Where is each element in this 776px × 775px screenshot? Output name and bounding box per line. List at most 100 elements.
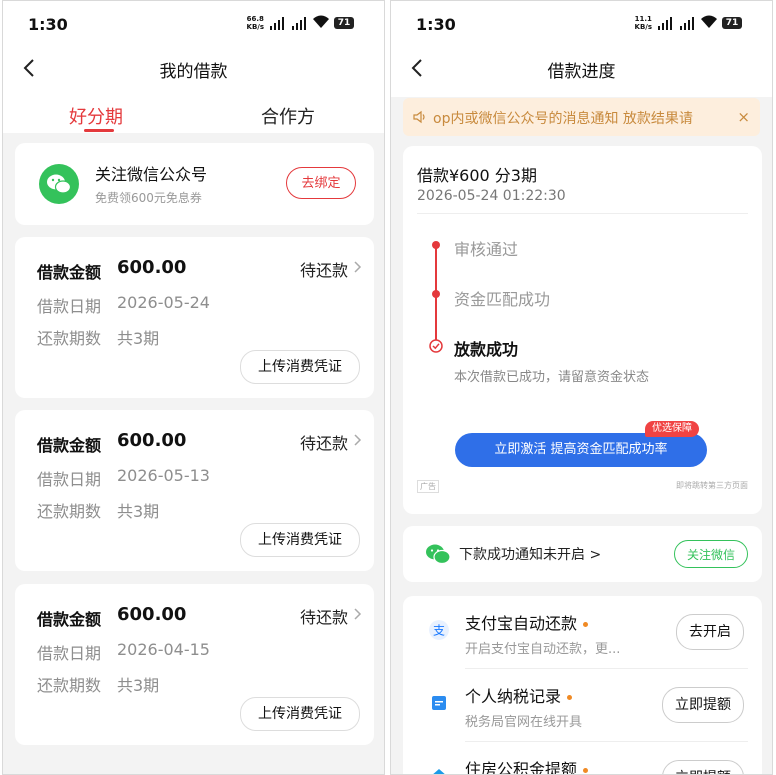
signal-icon (679, 16, 694, 30)
notice-text: op内或微信公众号的消息通知 放款结果请 (433, 111, 693, 127)
svg-text:支: 支 (433, 624, 445, 638)
network-speed: 11.1 KB/s (634, 15, 652, 31)
raise-limit-button[interactable]: 立即提额 (662, 760, 744, 774)
upload-receipt-button[interactable]: 上传消费凭证 (240, 350, 360, 384)
periods-label: 还款期数 (37, 502, 102, 521)
housing-fund-icon (433, 769, 445, 774)
upload-receipt-button[interactable]: 上传消费凭证 (240, 523, 360, 557)
loan-periods: 共3期 (117, 329, 160, 348)
close-icon[interactable]: × (737, 108, 750, 126)
loan-periods: 共3期 (117, 502, 160, 521)
service-subtitle: 税务局官网在线开具 (465, 715, 583, 730)
loan-card[interactable]: 借款金额 600.00 待还款 借款日期 2026-05-13 还款期数 共3期… (15, 410, 374, 571)
periods-label: 还款期数 (37, 676, 102, 695)
loan-card[interactable]: 借款金额 600.00 待还款 借款日期 2026-05-24 还款期数 共3期… (15, 237, 374, 398)
loan-status[interactable]: 待还款 (300, 430, 348, 454)
loan-status[interactable]: 待还款 (300, 257, 348, 281)
wifi-icon (313, 15, 329, 28)
step-funds-matched: 资金匹配成功 (454, 290, 551, 309)
battery-icon: 71 (334, 17, 354, 29)
signal-icon (657, 16, 672, 30)
service-subtitle: 开启支付宝自动还款，更... (465, 642, 621, 657)
wifi-icon (701, 15, 717, 28)
loan-amount: 600.00 (117, 257, 187, 278)
upload-receipt-button[interactable]: 上传消费凭证 (240, 697, 360, 731)
date-label: 借款日期 (37, 470, 102, 489)
new-dot (583, 768, 589, 773)
signal-icon (291, 16, 306, 30)
wechat-follow-card: 关注微信公众号 免费领600元免息券 去绑定 (15, 143, 374, 225)
services-card: 支 支付宝自动还款 开启支付宝自动还款，更... 去开启 个人纳税记录 税务局官… (403, 596, 762, 774)
speaker-icon (413, 110, 425, 124)
page-title: 我的借款 (159, 62, 228, 82)
periods-label: 还款期数 (37, 329, 102, 348)
service-title: 个人纳税记录 (465, 683, 573, 707)
step-review-passed: 审核通过 (454, 240, 519, 259)
tab-underline (84, 129, 114, 132)
follow-wechat-button[interactable]: 关注微信 (674, 540, 748, 568)
amount-label: 借款金额 (37, 610, 102, 629)
raise-limit-button[interactable]: 立即提额 (662, 687, 744, 723)
nav-spacer (391, 89, 772, 97)
loan-progress-screen: 1:30 11.1 KB/s 71 借款进度 op内或微信公众号的消息通知 放款… (390, 0, 773, 775)
loan-card[interactable]: 借款金额 600.00 待还款 借款日期 2026-04-15 还款期数 共3期… (15, 584, 374, 745)
loan-date: 2026-04-15 (117, 640, 210, 659)
progress-card: 借款¥600 分3期 2026-05-24 01:22:30 审核通过 资金匹配… (403, 146, 762, 514)
loan-datetime: 2026-05-24 01:22:30 (417, 188, 566, 204)
loan-date: 2026-05-24 (117, 293, 210, 312)
loan-list-screen: 1:30 66.8 KB/s 71 我的借款 好分期 合作方 关注微信公众号 免… (2, 0, 385, 775)
enable-button[interactable]: 去开启 (676, 614, 744, 650)
wechat-card-title: 关注微信公众号 (95, 165, 208, 184)
wechat-card-subtitle: 免费领600元免息券 (95, 191, 202, 205)
new-dot (567, 695, 573, 700)
loan-summary: 借款¥600 分3期 (417, 166, 537, 185)
signal-icon (269, 16, 284, 30)
page-title: 借款进度 (547, 62, 616, 82)
chevron-right-icon (354, 434, 362, 446)
service-housing-fund[interactable]: 住房公积金提额 立即提额 (403, 742, 762, 774)
wechat-logo (39, 164, 79, 204)
nav-bar: 借款进度 (391, 49, 772, 89)
tax-record-icon (432, 696, 446, 710)
chevron-right-icon (354, 608, 362, 620)
service-alipay-autopay[interactable]: 支 支付宝自动还款 开启支付宝自动还款，更... 去开启 (403, 596, 762, 666)
premium-badge: 优选保障 (645, 421, 699, 437)
tab-haofenqi[interactable]: 好分期 (69, 103, 123, 129)
alipay-icon: 支 (429, 620, 449, 640)
loan-status[interactable]: 待还款 (300, 604, 348, 628)
amount-label: 借款金额 (37, 436, 102, 455)
step-disbursed-note: 本次借款已成功，请留意资金状态 (454, 370, 650, 385)
wechat-icon (426, 544, 451, 565)
ad-redirect-note: 即将跳转第三方页面 (676, 481, 748, 490)
notice-banner: op内或微信公众号的消息通知 放款结果请 × (403, 98, 760, 136)
activate-button[interactable]: 立即激活 提高资金匹配成功率 (455, 433, 707, 467)
loan-amount: 600.00 (117, 430, 187, 451)
bind-button[interactable]: 去绑定 (286, 167, 356, 199)
status-bar: 1:30 11.1 KB/s 71 (391, 1, 772, 49)
chevron-right-icon (354, 261, 362, 273)
loan-amount: 600.00 (117, 604, 187, 625)
tab-partner[interactable]: 合作方 (261, 103, 315, 129)
new-dot (583, 622, 589, 627)
step-disbursed: 放款成功 (454, 340, 519, 359)
ad-tag: 广告 (417, 480, 439, 493)
timeline-dot (432, 290, 440, 298)
network-speed: 66.8 KB/s (246, 15, 264, 31)
battery-icon: 71 (722, 17, 742, 29)
timeline-dot (432, 241, 440, 249)
status-time: 1:30 (416, 15, 456, 34)
status-bar: 1:30 66.8 KB/s 71 (3, 1, 384, 49)
status-time: 1:30 (28, 15, 68, 34)
wechat-icon (47, 174, 72, 194)
loan-date: 2026-05-13 (117, 466, 210, 485)
divider (417, 213, 748, 214)
service-tax-record[interactable]: 个人纳税记录 税务局官网在线开具 立即提额 (403, 669, 762, 739)
loan-periods: 共3期 (117, 676, 160, 695)
service-title: 住房公积金提额 (465, 756, 589, 774)
date-label: 借款日期 (37, 297, 102, 316)
wechat-notify-link[interactable]: 下款成功通知未开启 > (459, 544, 601, 564)
wechat-notify-card: 下款成功通知未开启 > 关注微信 (403, 526, 762, 582)
nav-bar: 我的借款 (3, 49, 384, 89)
tab-bar: 好分期 合作方 (3, 89, 384, 133)
amount-label: 借款金额 (37, 263, 102, 282)
